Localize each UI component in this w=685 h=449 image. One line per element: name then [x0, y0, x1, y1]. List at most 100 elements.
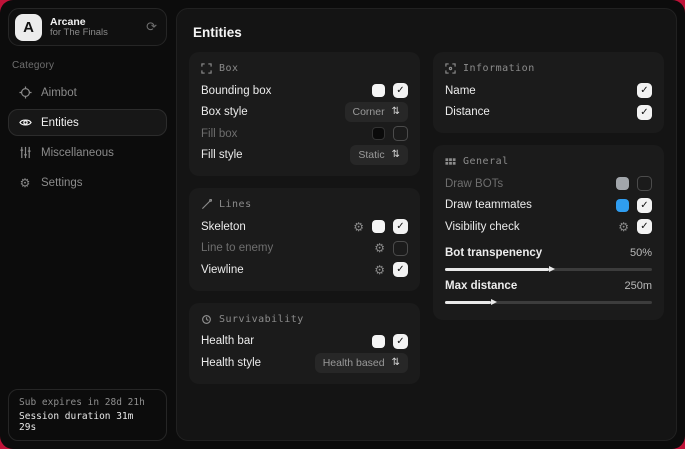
brand-subtitle: for The Finals: [50, 28, 138, 39]
chevron-updown-icon: ⇅: [392, 107, 400, 117]
checkbox-checked[interactable]: ✓: [393, 334, 408, 349]
chevron-updown-icon: ⇅: [392, 150, 400, 160]
color-swatch[interactable]: [372, 335, 385, 348]
slider-track[interactable]: [445, 268, 652, 271]
app-window: A Arcane for The Finals ⟳ Category Aimbo…: [0, 0, 685, 449]
card-survivability-header: Survivability: [201, 314, 408, 325]
setting-label: Draw BOTs: [445, 178, 616, 190]
slider-label: Bot transpenency: [445, 247, 630, 259]
color-swatch[interactable]: [372, 220, 385, 233]
setting-row-draw-teammates: Draw teammates ✓: [445, 195, 652, 217]
card-general-header: General: [445, 156, 652, 167]
dropdown-value: Static: [358, 149, 384, 161]
card-title: General: [463, 156, 509, 167]
checkbox-checked[interactable]: ✓: [393, 83, 408, 98]
entities-eye-icon: [18, 116, 32, 130]
slider-value: 50%: [630, 247, 652, 259]
diagonal-line-icon: [201, 199, 212, 210]
information-icon: [445, 63, 456, 74]
grid-dots-icon: [445, 156, 456, 167]
brand-title: Arcane: [50, 16, 138, 28]
checkbox-unchecked[interactable]: [393, 241, 408, 256]
checkbox-checked[interactable]: ✓: [637, 198, 652, 213]
setting-row-draw-bots: Draw BOTs: [445, 173, 652, 195]
checkbox-checked[interactable]: ✓: [393, 219, 408, 234]
checkbox-checked[interactable]: ✓: [637, 105, 652, 120]
setting-label: Skeleton: [201, 221, 353, 233]
checkbox-checked[interactable]: ✓: [637, 219, 652, 234]
setting-label: Bounding box: [201, 85, 372, 97]
gear-icon[interactable]: ⚙: [353, 221, 364, 233]
card-title: Survivability: [219, 314, 304, 325]
main-panel: Entities Box Bounding box: [176, 8, 677, 441]
page-title: Entities: [193, 25, 664, 40]
sidebar-nav: Aimbot Entities: [8, 79, 167, 196]
card-information-header: Information: [445, 63, 652, 74]
card-box-header: Box: [201, 63, 408, 74]
card-survivability: Survivability Health bar ✓ Health style: [189, 303, 420, 384]
gear-icon[interactable]: ⚙: [374, 264, 385, 276]
health-style-dropdown[interactable]: Health based ⇅: [315, 353, 408, 373]
brand-logo: A: [15, 14, 42, 41]
setting-row-line-to-enemy: Line to enemy ⚙: [201, 238, 408, 260]
slider-label: Max distance: [445, 280, 624, 292]
slider-bot-transparency: Bot transpenency 50%: [445, 245, 652, 271]
cards-columns: Box Bounding box ✓ Box style Corn: [189, 52, 664, 384]
chevron-updown-icon: ⇅: [392, 358, 400, 368]
setting-row-skeleton: Skeleton ⚙ ✓: [201, 216, 408, 238]
dropdown-value: Health based: [323, 357, 385, 369]
setting-row-name: Name ✓: [445, 80, 652, 102]
fill-style-dropdown[interactable]: Static ⇅: [350, 145, 408, 165]
setting-row-visibility-check: Visibility check ⚙ ✓: [445, 216, 652, 238]
card-box: Box Bounding box ✓ Box style Corn: [189, 52, 420, 176]
slider-fill-thumb[interactable]: [445, 301, 491, 304]
card-lines: Lines Skeleton ⚙ ✓ Line to enemy ⚙: [189, 188, 420, 291]
checkbox-unchecked[interactable]: [637, 176, 652, 191]
sub-expiry-text: Sub expires in 28d 21h: [19, 397, 156, 408]
sliders-icon: [18, 146, 32, 160]
gear-icon: ⚙: [18, 176, 32, 190]
slider-max-distance: Max distance 250m: [445, 278, 652, 304]
setting-row-viewline: Viewline ⚙ ✓: [201, 259, 408, 281]
setting-row-distance: Distance ✓: [445, 102, 652, 124]
sidebar-item-label: Aimbot: [41, 87, 77, 99]
right-column: Information Name ✓ Distance ✓: [433, 52, 664, 384]
slider-value: 250m: [624, 280, 652, 292]
color-swatch[interactable]: [616, 199, 629, 212]
setting-row-box-style: Box style Corner ⇅: [201, 102, 408, 124]
sidebar-item-entities[interactable]: Entities: [8, 109, 167, 136]
checkbox-unchecked[interactable]: [393, 126, 408, 141]
color-swatch[interactable]: [372, 127, 385, 140]
slider-track[interactable]: [445, 301, 652, 304]
gear-icon[interactable]: ⚙: [618, 221, 629, 233]
crosshair-icon: [18, 86, 32, 100]
box-corners-icon: [201, 63, 212, 74]
setting-label: Fill box: [201, 128, 372, 140]
refresh-icon[interactable]: ⟳: [146, 19, 157, 35]
sidebar-item-aimbot[interactable]: Aimbot: [8, 79, 167, 106]
setting-label: Health bar: [201, 335, 372, 347]
checkbox-checked[interactable]: ✓: [637, 83, 652, 98]
setting-label: Viewline: [201, 264, 374, 276]
setting-label: Visibility check: [445, 221, 618, 233]
checkbox-checked[interactable]: ✓: [393, 262, 408, 277]
slider-fill-thumb[interactable]: [445, 268, 549, 271]
setting-row-fill-box: Fill box: [201, 123, 408, 145]
subscription-status-box: Sub expires in 28d 21h Session duration …: [8, 389, 167, 441]
gear-icon[interactable]: ⚙: [374, 242, 385, 254]
sidebar-item-settings[interactable]: ⚙ Settings: [8, 169, 167, 196]
box-style-dropdown[interactable]: Corner ⇅: [345, 102, 409, 122]
session-duration-text: Session duration 31m 29s: [19, 411, 156, 433]
sidebar: A Arcane for The Finals ⟳ Category Aimbo…: [0, 0, 175, 449]
setting-label: Draw teammates: [445, 199, 616, 211]
left-column: Box Bounding box ✓ Box style Corn: [189, 52, 420, 384]
setting-label: Distance: [445, 106, 637, 118]
card-title: Box: [219, 63, 239, 74]
color-swatch[interactable]: [616, 177, 629, 190]
card-title: Information: [463, 63, 535, 74]
color-swatch[interactable]: [372, 84, 385, 97]
setting-label: Fill style: [201, 149, 350, 161]
sidebar-item-miscellaneous[interactable]: Miscellaneous: [8, 139, 167, 166]
sidebar-item-label: Entities: [41, 117, 79, 129]
setting-row-fill-style: Fill style Static ⇅: [201, 145, 408, 167]
